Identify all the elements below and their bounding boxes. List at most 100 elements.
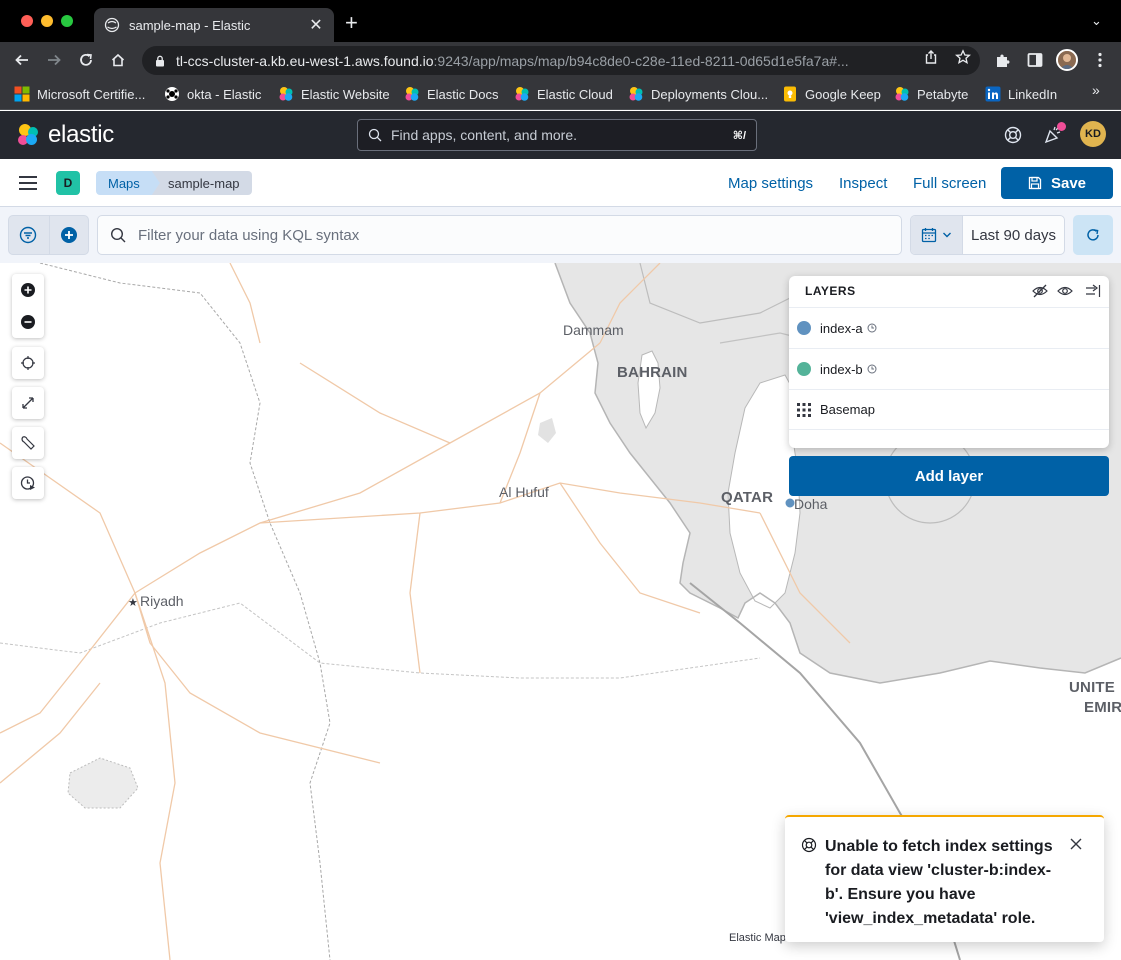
tab-close-icon[interactable]: ✕ [308, 15, 324, 35]
address-bar[interactable]: tl-ccs-cluster-a.kb.eu-west-1.aws.found.… [142, 46, 980, 75]
layer-row-index-a[interactable]: index-a [789, 307, 1109, 348]
back-button[interactable] [12, 50, 32, 70]
zoom-out-button[interactable] [12, 306, 44, 338]
maximize-window-button[interactable] [61, 15, 73, 27]
side-panel-icon[interactable] [1026, 51, 1044, 69]
map-label-country: EMIR [1084, 699, 1121, 716]
map-attribution-link[interactable]: Elastic Maps [729, 932, 791, 944]
lock-icon [156, 55, 164, 66]
bookmark-item[interactable]: okta - Elastic [164, 84, 261, 104]
elastic-icon [515, 87, 529, 101]
bookmark-label: Deployments Clou... [651, 86, 769, 102]
new-tab-button[interactable]: + [345, 11, 358, 35]
crosshair-icon [21, 356, 35, 370]
extensions-puzzle-icon[interactable] [994, 51, 1012, 69]
kibana-header: elastic ⌘/ [0, 111, 1121, 159]
hide-all-eye-closed-icon[interactable] [1032, 283, 1048, 299]
bookmark-item[interactable]: Elastic Website [278, 84, 390, 104]
bookmark-label: Microsoft Certifie... [37, 86, 146, 102]
saved-query-filter-icon[interactable] [19, 226, 37, 244]
layer-name: index-a [820, 320, 863, 336]
user-avatar[interactable]: KD [1080, 121, 1106, 147]
layer-row-index-b[interactable]: index-b [789, 348, 1109, 389]
reload-button[interactable] [76, 50, 96, 70]
minus-circle-icon [21, 315, 35, 329]
map-settings-link[interactable]: Map settings [728, 175, 813, 192]
bookmark-item[interactable]: Microsoft Certifie... [14, 84, 145, 104]
filter-button-group [8, 215, 89, 255]
layer-name: index-b [820, 361, 863, 377]
more-bookmarks-button[interactable]: » [1092, 82, 1100, 98]
toast-message: Unable to fetch index settings for data … [825, 838, 1053, 927]
zoom-in-button[interactable] [12, 274, 44, 306]
bookmark-item[interactable]: Elastic Docs [404, 84, 499, 104]
fit-to-data-button[interactable] [12, 387, 44, 419]
bookmark-item[interactable]: Petabyte [894, 84, 968, 104]
global-search-input[interactable] [391, 127, 733, 143]
bookmark-label: Petabyte [917, 86, 969, 102]
elastic-icon [629, 87, 643, 101]
elastic-brand-text[interactable]: elastic [48, 121, 114, 149]
layer-color-swatch [797, 362, 811, 376]
plus-circle-icon [21, 283, 35, 297]
quick-menu-button[interactable] [911, 216, 963, 254]
set-view-button[interactable] [12, 347, 44, 379]
map-label-city: Riyadh [140, 593, 184, 609]
tab-search-chevron-icon[interactable]: ⌄ [1091, 13, 1102, 29]
search-icon [110, 227, 126, 243]
kql-search-field[interactable] [97, 215, 902, 255]
search-shortcut-hint: ⌘/ [732, 129, 746, 142]
home-button[interactable] [108, 50, 128, 70]
refresh-button[interactable] [1073, 215, 1113, 255]
svg-text:★: ★ [128, 596, 138, 609]
close-window-button[interactable] [21, 15, 33, 27]
full-screen-link[interactable]: Full screen [913, 175, 986, 192]
elastic-icon [405, 87, 419, 101]
minimize-window-button[interactable] [41, 15, 53, 27]
browser-tab[interactable]: sample-map - Elastic ✕ [94, 8, 334, 42]
refresh-icon [1087, 229, 1099, 241]
breadcrumb-maps[interactable]: Maps [96, 171, 160, 195]
close-icon[interactable] [1069, 837, 1083, 851]
collapse-panel-icon[interactable] [1085, 283, 1101, 299]
forward-button[interactable] [44, 50, 64, 70]
map-label-city: Al Hufuf [499, 484, 549, 500]
space-avatar[interactable]: D [56, 171, 80, 195]
bookmark-star-icon[interactable] [955, 49, 971, 65]
browser-menu-icon[interactable] [1091, 51, 1109, 69]
zoom-controls [12, 274, 44, 338]
browser-profile-avatar[interactable] [1056, 49, 1078, 71]
profile-photo-icon [1058, 51, 1076, 69]
bookmark-item[interactable]: Elastic Cloud [514, 84, 613, 104]
calendar-icon [921, 228, 937, 243]
bookmark-item[interactable]: LinkedIn [985, 84, 1057, 104]
share-icon[interactable] [923, 49, 939, 65]
add-layer-button[interactable]: Add layer [789, 456, 1109, 496]
tab-title: sample-map - Elastic [129, 17, 251, 33]
bookmark-label: Google Keep [805, 86, 881, 102]
bookmark-item[interactable]: Google Keep [782, 84, 881, 104]
save-button[interactable]: Save [1001, 167, 1113, 199]
help-lifebuoy-icon[interactable] [1003, 125, 1023, 145]
map-label-country: UNITE [1069, 679, 1115, 696]
reload-icon [80, 53, 92, 66]
global-search[interactable]: ⌘/ [357, 119, 757, 151]
draw-tools-button[interactable] [12, 427, 44, 459]
bookmark-item[interactable]: Deployments Clou... [628, 84, 768, 104]
inspect-link[interactable]: Inspect [839, 175, 887, 192]
time-range-label[interactable]: Last 90 days [971, 227, 1056, 244]
layer-row-basemap[interactable]: Basemap [789, 389, 1109, 430]
show-all-eye-icon[interactable] [1057, 283, 1073, 299]
layer-name: Basemap [820, 402, 875, 417]
expand-arrows-icon [22, 397, 34, 409]
elastic-icon [895, 87, 909, 101]
timeslider-button[interactable] [12, 467, 44, 499]
save-icon [1028, 176, 1042, 190]
menu-hamburger-icon[interactable] [19, 176, 37, 190]
date-picker[interactable]: Last 90 days [910, 215, 1065, 255]
elastic-logo-icon[interactable] [16, 123, 40, 147]
add-filter-plus-icon[interactable] [60, 226, 78, 244]
time-aware-clock-icon [867, 323, 877, 333]
microsoft-icon [14, 86, 30, 102]
kql-input[interactable] [138, 226, 901, 244]
